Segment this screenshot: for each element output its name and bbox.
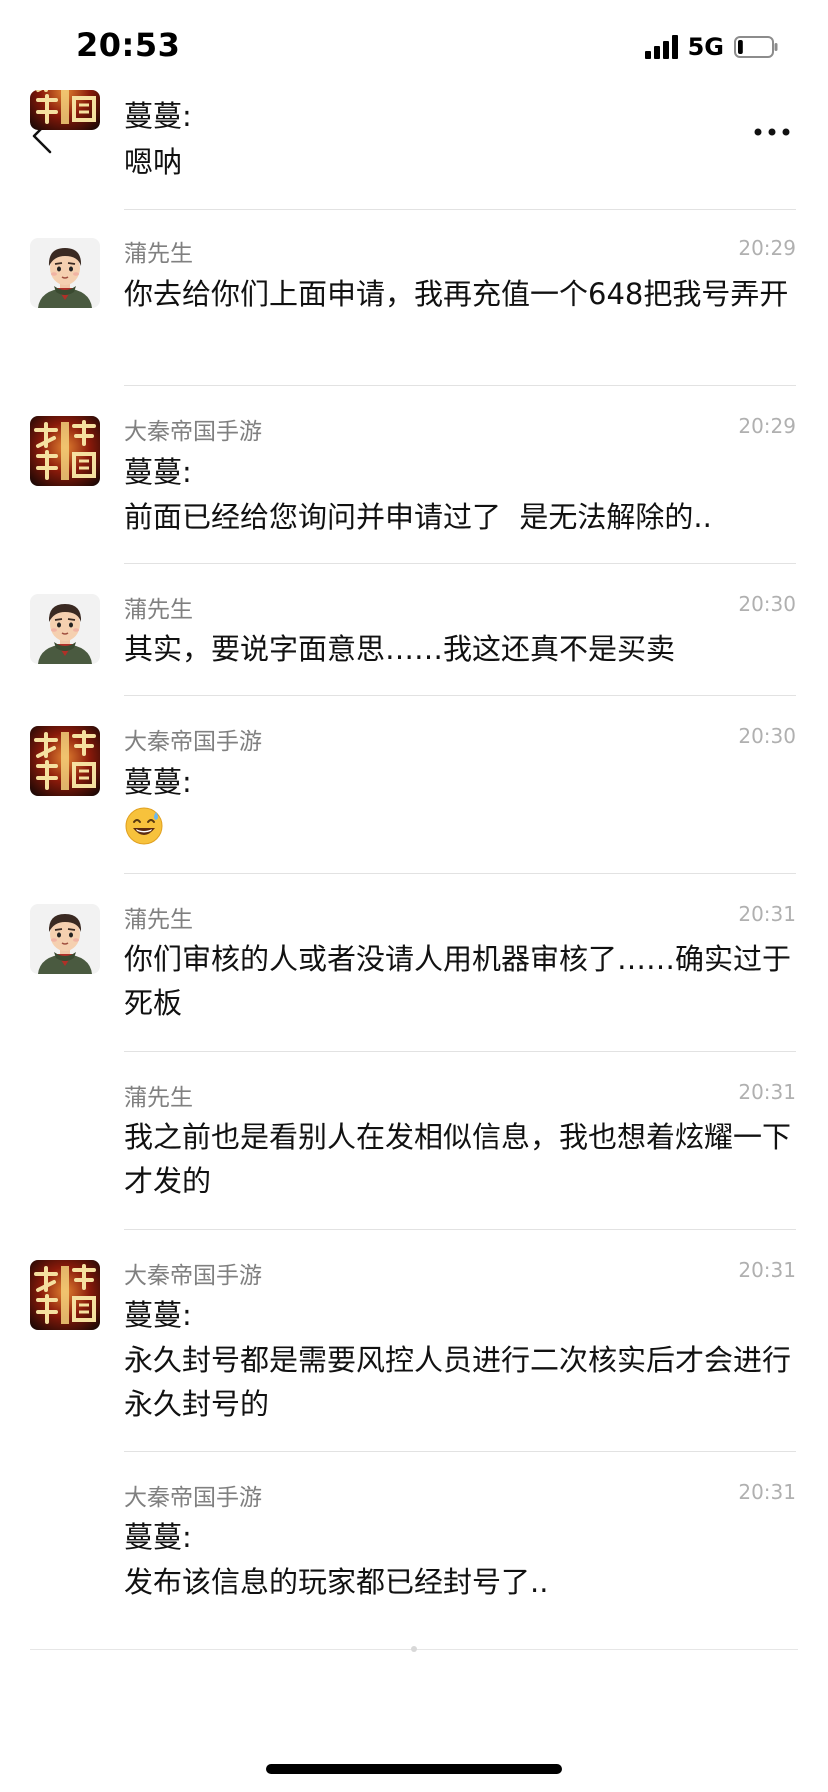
message-text: 永久封号都是需要风控人员进行二次核实后才会进行永久封号的 <box>124 1343 792 1421</box>
message-time: 20:30 <box>738 592 796 616</box>
list-end-dot <box>411 1646 417 1652</box>
user-avatar[interactable] <box>30 238 100 308</box>
sender-name: 蒲先生 <box>124 597 193 623</box>
status-bar: 20:53 5G <box>0 0 828 90</box>
battery-icon <box>734 36 778 58</box>
game-avatar[interactable] <box>30 726 100 796</box>
message-text: 我之前也是看别人在发相似信息，我也想着炫耀一下才发的 <box>124 1120 792 1198</box>
sender-name: 蒲先生 <box>124 907 193 933</box>
sender-name: 蒲先生 <box>124 1085 193 1111</box>
user-avatar[interactable] <box>30 594 100 664</box>
message-prefix: 蔓蔓: <box>124 99 192 133</box>
message-text: 你们审核的人或者没请人用机器审核了……确实过于死板 <box>124 942 792 1020</box>
message-time: 20:31 <box>738 1480 796 1504</box>
status-time: 20:53 <box>76 26 181 64</box>
sender-name: 大秦帝国手游 <box>124 1485 262 1511</box>
signal-icon <box>644 35 678 59</box>
message-text: 你去给你们上面申请，我再充值一个648把我号弄开 <box>124 277 789 311</box>
grinning-sweat-emoji-icon <box>125 807 163 845</box>
message-prefix: 蔓蔓: <box>124 1298 192 1332</box>
divider <box>124 1051 796 1052</box>
sender-name: 大秦帝国手游 <box>124 729 262 755</box>
message-time: 20:30 <box>738 724 796 748</box>
divider <box>124 1229 796 1230</box>
home-indicator[interactable] <box>266 1764 562 1774</box>
divider <box>124 873 796 874</box>
divider <box>124 1451 796 1452</box>
message-text: 其实，要说字面意思……我这还真不是买卖 <box>124 632 676 666</box>
message-time: 20:31 <box>738 1080 796 1104</box>
divider <box>124 209 796 210</box>
status-indicators: 5G <box>644 32 778 62</box>
message-prefix: 蔓蔓: <box>124 1520 192 1554</box>
message-time: 20:31 <box>738 902 796 926</box>
sender-name: 大秦帝国手游 <box>124 1263 262 1289</box>
sender-name: 蒲先生 <box>124 241 193 267</box>
message-text: 嗯呐 <box>124 145 183 179</box>
game-avatar[interactable] <box>30 416 100 486</box>
message-time: 20:29 <box>738 414 796 438</box>
message-time: 20:31 <box>738 1258 796 1282</box>
divider <box>124 385 796 386</box>
message-prefix: 蔓蔓: <box>124 765 192 799</box>
game-avatar[interactable] <box>30 1260 100 1330</box>
user-avatar[interactable] <box>30 904 100 974</box>
network-label: 5G <box>687 33 724 61</box>
message-text: 前面已经给您询问并申请过了 是无法解除的.. <box>124 500 712 534</box>
divider <box>124 695 796 696</box>
sender-name: 大秦帝国手游 <box>124 419 262 445</box>
divider <box>124 563 796 564</box>
message-prefix: 蔓蔓: <box>124 455 192 489</box>
message-time: 20:29 <box>738 236 796 260</box>
message-text: 发布该信息的玩家都已经封号了.. <box>124 1565 549 1599</box>
